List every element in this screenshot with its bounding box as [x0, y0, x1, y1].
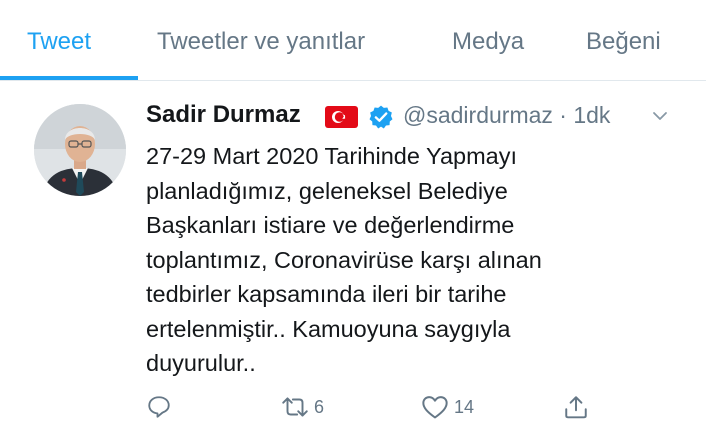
tabs-divider [0, 80, 706, 81]
verified-badge-icon [368, 104, 394, 130]
tab-media[interactable]: Medya [452, 28, 524, 56]
tab-tweet[interactable]: Tweet [27, 28, 91, 56]
handle-and-timestamp[interactable]: @sadirdurmaz · 1dk [403, 102, 610, 129]
reply-icon [148, 396, 170, 418]
avatar-image [34, 104, 126, 196]
display-name[interactable]: Sadir Durmaz [146, 101, 301, 129]
like-button[interactable] [421, 394, 449, 420]
tweet-text-line: planladığımız, geleneksel Belediye [146, 177, 508, 204]
tweet-text-line: toplantımız, Coronavirüse karşı alınan [146, 246, 542, 273]
avatar[interactable] [34, 104, 126, 196]
tab-tweets-and-replies[interactable]: Tweetler ve yanıtlar [157, 28, 365, 56]
retweet-icon [282, 397, 308, 417]
like-count: 14 [454, 397, 475, 417]
tweet-text-line: Başkanları istiare ve değerlendirme [146, 212, 515, 238]
heart-icon [422, 396, 448, 419]
retweet-button[interactable] [280, 394, 310, 420]
share-icon [565, 396, 587, 419]
share-button[interactable] [563, 394, 589, 420]
tweet-text: 27-29 Mart 2020 Tarihinde Yapmayı planla… [146, 139, 686, 381]
tweet-text-line: ertelenmiştir.. Kamuoyuna saygıyla [146, 315, 511, 342]
reply-button[interactable] [146, 394, 172, 420]
tweet-text-line: tedbirler kapsamında ileri bir tarihe [146, 281, 507, 307]
retweet-count: 6 [314, 397, 325, 417]
profile-tabs: Tweet Tweetler ve yanıtlar Medya Beğeni [0, 0, 706, 81]
chevron-down-icon[interactable] [650, 106, 670, 126]
tab-likes[interactable]: Beğeni [586, 28, 661, 56]
tweet-text-line: 27-29 Mart 2020 Tarihinde Yapmayı [146, 143, 518, 169]
turkey-flag-icon [325, 106, 358, 128]
tweet-text-line: duyurulur.. [146, 350, 256, 376]
